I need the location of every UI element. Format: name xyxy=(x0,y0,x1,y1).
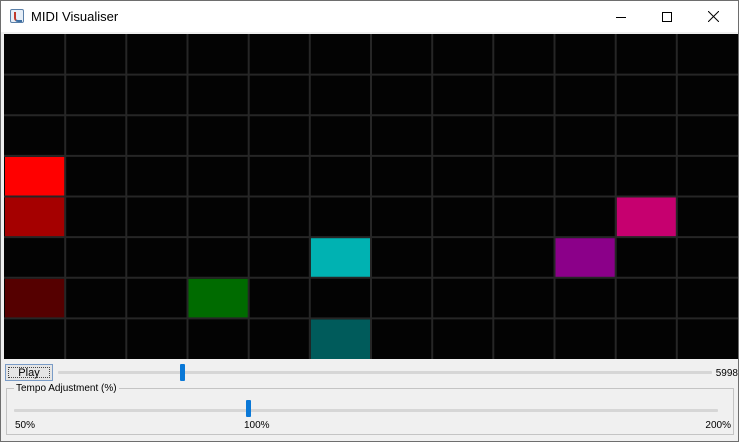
active-note-cell xyxy=(310,319,371,359)
active-note-cell xyxy=(310,238,371,278)
position-value: 5998 xyxy=(715,368,738,379)
title-bar[interactable]: MIDI Visualiser xyxy=(1,1,738,32)
active-note-cell xyxy=(188,278,249,319)
tempo-legend: Tempo Adjustment (%) xyxy=(14,383,119,394)
tempo-mid-label: 100% xyxy=(244,420,270,431)
minimize-button[interactable] xyxy=(598,1,644,32)
active-note-cell xyxy=(616,197,677,238)
play-button[interactable]: Play xyxy=(5,364,53,381)
minimize-icon xyxy=(616,16,626,18)
tempo-max-label: 200% xyxy=(705,420,731,431)
maximize-button[interactable] xyxy=(644,1,690,32)
tempo-min-label: 50% xyxy=(15,420,36,431)
tempo-slider-track[interactable] xyxy=(14,409,718,412)
maximize-icon xyxy=(662,11,672,22)
note-grid-canvas xyxy=(4,34,738,359)
window-title: MIDI Visualiser xyxy=(31,9,119,24)
app-window: MIDI Visualiser Play 5998 Tempo Adjustme… xyxy=(0,0,739,442)
active-note-cell xyxy=(5,278,66,319)
active-note-cell xyxy=(555,238,616,278)
controls-panel: Play 5998 Tempo Adjustment (%) 50% 100% … xyxy=(2,360,738,441)
tempo-slider-thumb[interactable] xyxy=(246,400,252,417)
active-note-cell xyxy=(5,197,66,238)
position-slider-track[interactable] xyxy=(58,371,712,374)
java-app-icon xyxy=(10,9,24,23)
close-icon xyxy=(707,11,719,22)
close-button[interactable] xyxy=(690,1,736,32)
position-slider-thumb[interactable] xyxy=(179,364,185,381)
active-note-cell xyxy=(5,156,66,197)
note-grid xyxy=(4,34,738,359)
tempo-group: Tempo Adjustment (%) 50% 100% 200% xyxy=(6,383,734,435)
